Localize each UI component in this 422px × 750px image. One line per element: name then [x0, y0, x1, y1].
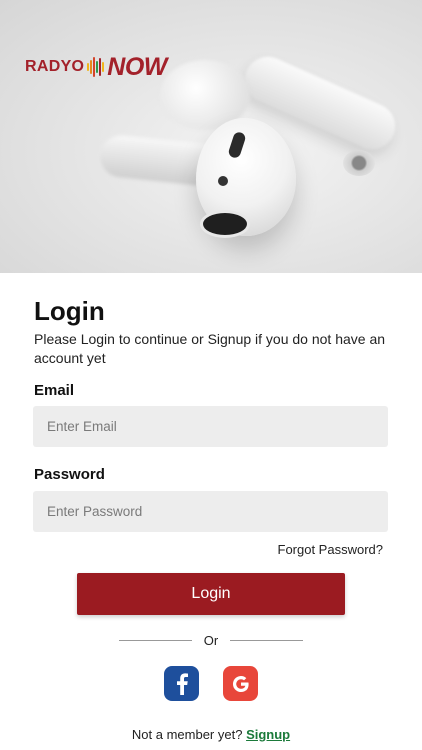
- earbud-back-tip: [343, 150, 375, 176]
- earbud-speaker-mesh: [200, 210, 250, 238]
- signup-prompt: Not a member yet? Signup: [0, 727, 422, 742]
- divider-line-left: [119, 639, 192, 641]
- facebook-icon: [176, 672, 188, 695]
- logo-text-radyo: RADYO: [25, 58, 85, 75]
- facebook-login-button[interactable]: [164, 666, 199, 701]
- signup-link[interactable]: Signup: [246, 727, 290, 742]
- logo-text-now: NOW: [107, 53, 167, 82]
- password-field[interactable]: [33, 491, 388, 532]
- or-divider: Or: [119, 632, 304, 648]
- google-icon: [232, 675, 249, 692]
- page-subtitle: Please Login to continue or Signup if yo…: [34, 331, 386, 366]
- password-label: Password: [34, 466, 105, 483]
- email-label: Email: [34, 382, 75, 399]
- signup-prompt-text: Not a member yet?: [131, 727, 243, 742]
- hero-image: RADYO NOW: [0, 0, 422, 273]
- logo-now-text: NOW: [107, 52, 167, 81]
- page-title: Login: [34, 296, 105, 326]
- divider-line-right: [230, 639, 304, 641]
- forgot-password-link[interactable]: Forgot Password?: [278, 542, 384, 557]
- earbud-sensor: [218, 176, 228, 186]
- divider-label: Or: [203, 632, 219, 648]
- email-field[interactable]: [33, 406, 388, 447]
- login-button[interactable]: Login: [77, 573, 345, 615]
- google-login-button[interactable]: [223, 666, 258, 701]
- app-logo: RADYO NOW: [25, 53, 167, 82]
- logo-equalizer-icon: [87, 56, 105, 78]
